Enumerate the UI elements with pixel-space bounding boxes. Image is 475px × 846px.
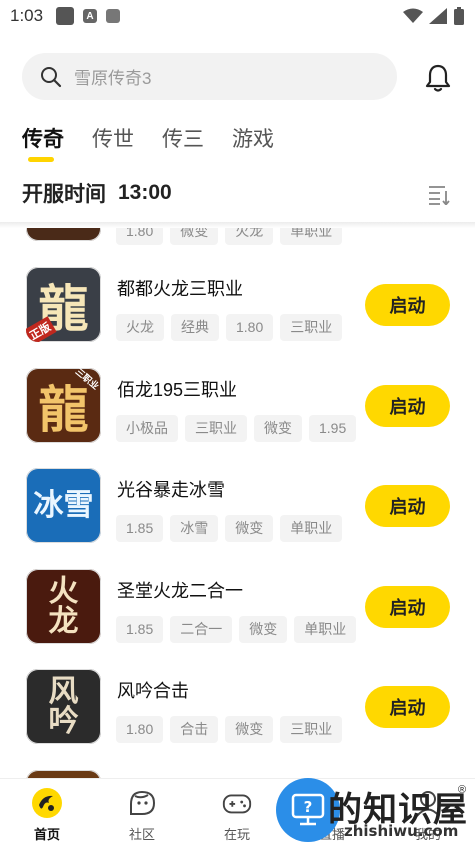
tag: 1.80 [116, 716, 164, 743]
tag: 1.80 [226, 314, 274, 341]
watermark-reg: ® [458, 784, 467, 796]
category-tabs: 传奇 传世 传三 游戏 [22, 124, 302, 162]
open-time-label: 开服时间 [22, 183, 106, 206]
list-item[interactable]: 火龙 圣堂火龙二合一 1.85 二合一 微变 单职业 启动 [0, 563, 475, 663]
status-time: 1:03 [10, 6, 44, 25]
game-icon: 火龙 [26, 569, 101, 644]
nav-community[interactable]: 社区 [102, 787, 182, 843]
start-button[interactable]: 启动 [365, 586, 450, 628]
game-icon-glyph: 冰雪 [33, 487, 94, 523]
gamepad-icon [221, 787, 253, 819]
tag: 合击 [170, 716, 219, 743]
tag: 三职业 [280, 314, 343, 341]
community-face-icon [126, 787, 158, 819]
tag: 单职业 [280, 515, 343, 542]
status-right [403, 7, 465, 25]
tag: 火龙 [116, 314, 164, 341]
tag: 经典 [171, 314, 219, 341]
tag: 1.85 [116, 515, 164, 542]
a-notification-icon: A [83, 9, 97, 23]
battery-icon [454, 7, 464, 25]
nav-label: 社区 [128, 827, 155, 842]
wifi-icon [403, 8, 423, 23]
open-time-value: 13:00 [118, 181, 172, 204]
tag: 微变 [225, 515, 274, 542]
list-item[interactable]: 冰雪 光谷暴走冰雪 1.85 冰雪 微变 单职业 启动 [0, 462, 475, 562]
open-time-header: 开服时间 13:00 [22, 178, 172, 208]
game-list: 1.80 微变 火龙 单职业 龍 正版 都都火龙三职业 火龙 经典 1.80 三… [0, 222, 475, 778]
nav-label: 首页 [33, 827, 60, 842]
tab-chuanshi[interactable]: 传世 [92, 124, 134, 162]
list-item-partial[interactable] [0, 764, 475, 778]
game-tags: 1.80 合击 微变 三职业 [116, 716, 343, 743]
game-title: 都都火龙三职业 [117, 279, 243, 299]
tag: 三职业 [280, 716, 343, 743]
tag: 1.95 [309, 415, 357, 442]
game-icon-glyph: 风吟 [48, 673, 79, 739]
sort-list-icon[interactable] [428, 185, 450, 205]
list-item[interactable]: 风吟 风吟合击 1.80 合击 微变 三职业 启动 [0, 663, 475, 763]
start-button[interactable]: 启动 [365, 385, 450, 427]
status-bar: 1:03 A [0, 0, 475, 32]
bell-icon[interactable] [424, 63, 452, 93]
game-tags: 小极品 三职业 微变 1.95 [116, 415, 357, 442]
game-tags: 火龙 经典 1.80 三职业 [116, 314, 343, 341]
header-divider [0, 222, 475, 228]
list-item[interactable]: 龍 正版 都都火龙三职业 火龙 经典 1.80 三职业 启动 [0, 261, 475, 361]
tag: 冰雪 [170, 515, 219, 542]
svg-text:?: ? [304, 798, 313, 816]
home-logo-icon [31, 787, 63, 819]
start-button[interactable]: 启动 [365, 485, 450, 527]
game-icon-glyph: 火龙 [48, 573, 79, 639]
start-button[interactable]: 启动 [365, 686, 450, 728]
game-icon: 龍 正版 [26, 267, 101, 342]
tag: 单职业 [294, 616, 357, 643]
tag: 微变 [254, 415, 302, 442]
game-icon [26, 770, 101, 778]
nav-label: 在玩 [223, 827, 250, 842]
game-title: 圣堂火龙二合一 [117, 581, 243, 601]
game-title: 风吟合击 [117, 681, 189, 701]
game-icon: 冰雪 [26, 468, 101, 543]
tab-chuansan[interactable]: 传三 [162, 124, 204, 162]
book-notification-icon [106, 9, 120, 23]
game-title: 光谷暴走冰雪 [117, 480, 225, 500]
search-input[interactable]: 雪原传奇3 [22, 53, 397, 100]
game-tags: 1.85 二合一 微变 单职业 [116, 616, 357, 643]
app-notification-icon [56, 7, 74, 25]
tab-youxi[interactable]: 游戏 [232, 124, 274, 162]
tag: 二合一 [170, 616, 233, 643]
tag: 微变 [239, 616, 288, 643]
search-placeholder: 雪原传奇3 [74, 69, 152, 88]
watermark-domain: zhishiwu.com [344, 822, 459, 840]
game-title: 佰龙195三职业 [117, 380, 238, 400]
search-icon [41, 66, 62, 87]
tab-chuanqi[interactable]: 传奇 [22, 124, 64, 162]
nav-playing[interactable]: 在玩 [197, 787, 277, 843]
game-tags: 1.85 冰雪 微变 单职业 [116, 515, 343, 542]
game-icon: 龍 三职业 [26, 368, 101, 443]
tag: 三职业 [185, 415, 247, 442]
tag: 小极品 [116, 415, 178, 442]
tag: 微变 [225, 716, 274, 743]
signal-icon [429, 8, 447, 24]
help-monitor-icon: ? [291, 793, 325, 826]
tag: 1.85 [116, 616, 164, 643]
nav-home[interactable]: 首页 [7, 787, 87, 843]
game-icon: 风吟 [26, 669, 101, 744]
start-button[interactable]: 启动 [365, 284, 450, 326]
list-item[interactable]: 龍 三职业 佰龙195三职业 小极品 三职业 微变 1.95 启动 [0, 362, 475, 462]
